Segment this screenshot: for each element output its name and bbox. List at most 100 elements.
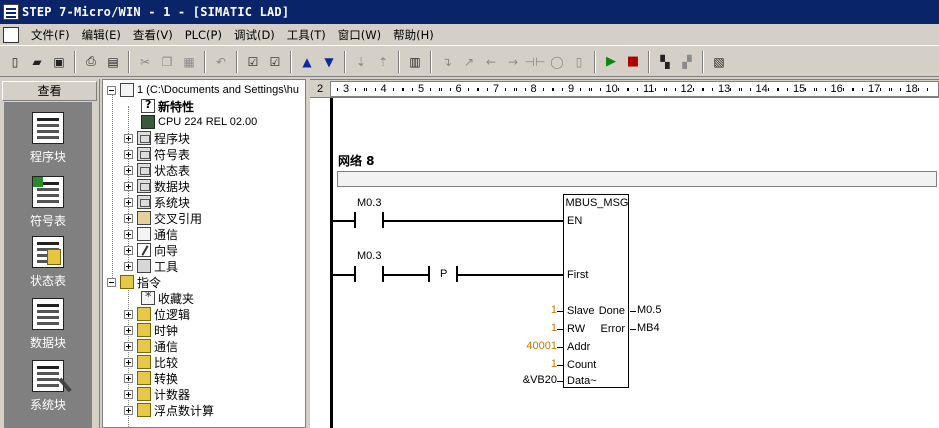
trend-view-icon[interactable]: ▧	[709, 52, 729, 72]
tree-item[interactable]: 计数器	[124, 386, 190, 402]
expand-icon[interactable]	[124, 165, 133, 175]
nav-data-block[interactable]: 数据块	[4, 298, 92, 351]
save-icon[interactable]: ▣	[49, 52, 69, 72]
contact[interactable]	[354, 266, 356, 282]
collapse-icon[interactable]	[107, 277, 116, 287]
upload-icon[interactable]: ▲	[297, 52, 317, 72]
p-box[interactable]	[428, 266, 430, 282]
tree-item[interactable]: 比较	[124, 354, 178, 370]
operand-count[interactable]: 1	[497, 358, 557, 370]
tree-item[interactable]: 新特性	[141, 98, 194, 114]
line-up-icon[interactable]: ↗	[459, 52, 479, 72]
tree-item[interactable]: 工具	[124, 258, 178, 274]
expand-icon[interactable]	[124, 389, 133, 399]
tree-item[interactable]: 系统块	[124, 194, 190, 210]
nav-program-block[interactable]: 程序块	[4, 112, 92, 165]
mbus-msg-block[interactable]: MBUS_MSG EN First Slave RW Addr Count Da…	[563, 194, 629, 388]
contact-icon[interactable]: ⊣⊢	[525, 52, 546, 72]
print-icon[interactable]: ⎙	[81, 52, 101, 72]
expand-icon[interactable]	[124, 197, 133, 207]
cut-icon[interactable]: ✂	[135, 52, 155, 72]
document-icon[interactable]	[3, 26, 19, 43]
expand-icon[interactable]	[124, 373, 133, 383]
expand-icon[interactable]	[124, 405, 133, 415]
expand-icon[interactable]	[124, 341, 133, 351]
chart-status-icon[interactable]: ▞	[677, 52, 697, 72]
options-icon[interactable]: ▥	[405, 52, 425, 72]
sort-asc-icon[interactable]: ⇣	[351, 52, 371, 72]
expand-icon[interactable]	[124, 261, 133, 271]
undo-icon[interactable]: ↶	[211, 52, 231, 72]
run-icon[interactable]: ▶	[601, 52, 621, 72]
compile-all-icon[interactable]: ☑	[265, 52, 285, 72]
expand-icon[interactable]	[124, 229, 133, 239]
expand-icon[interactable]	[124, 181, 133, 191]
tree-item[interactable]: 程序块	[124, 130, 190, 146]
tree-item[interactable]: 收藏夹	[141, 290, 194, 306]
stop-icon[interactable]: ■	[623, 52, 643, 72]
nav-system-block[interactable]: 系统块	[4, 360, 92, 413]
paste-icon[interactable]: ▦	[179, 52, 199, 72]
expand-icon[interactable]	[124, 133, 133, 143]
lad-editor[interactable]: 2 3 4 5 6 7 8 9 10 11 12 13 14 15 16 17 18 网络 8 M0.3 M0…	[310, 79, 939, 428]
arrow-left-icon[interactable]: ←	[481, 52, 501, 72]
tree-root[interactable]: 1 (C:\Documents and Settings\hu	[107, 82, 299, 98]
ruler-dot	[487, 88, 488, 91]
menu-help[interactable]: 帮助(H)	[387, 27, 440, 43]
tree-item[interactable]: 浮点数计算	[124, 402, 214, 418]
menu-edit[interactable]: 编辑(E)	[76, 27, 127, 43]
nav-header[interactable]: 查看	[2, 81, 97, 101]
ladder-area[interactable]: 网络 8 M0.3 M0.3 P MBUS_MSG EN First Slave…	[310, 98, 939, 428]
tree-item[interactable]: 符号表	[124, 146, 190, 162]
operand-done[interactable]: M0.5	[637, 304, 661, 316]
tree-item[interactable]: CPU 224 REL 02.00	[141, 114, 257, 130]
operand-slave[interactable]: 1	[497, 304, 557, 316]
nav-symbol-table[interactable]: 符号表	[4, 176, 92, 229]
operand-rw[interactable]: 1	[497, 322, 557, 334]
sort-desc-icon[interactable]: ⇡	[373, 52, 393, 72]
tree-item[interactable]: 位逻辑	[124, 306, 190, 322]
tree-item[interactable]: 通信	[124, 226, 178, 242]
tree-item[interactable]: 状态表	[124, 162, 190, 178]
copy-icon[interactable]: ❐	[157, 52, 177, 72]
operand-data[interactable]: &VB20	[497, 374, 557, 386]
menu-plc[interactable]: PLC(P)	[179, 28, 228, 42]
collapse-icon[interactable]	[107, 85, 116, 95]
open-icon[interactable]: ▰	[27, 52, 47, 72]
contact[interactable]	[354, 212, 356, 228]
tree-instructions[interactable]: 指令	[107, 274, 161, 290]
menu-view[interactable]: 查看(V)	[127, 27, 179, 43]
tree-item[interactable]: 通信	[124, 338, 178, 354]
tree-item[interactable]: 交叉引用	[124, 210, 202, 226]
operand-addr[interactable]: 40001	[497, 340, 557, 352]
expand-icon[interactable]	[124, 357, 133, 367]
new-icon[interactable]: ▯	[5, 52, 25, 72]
expand-icon[interactable]	[124, 325, 133, 335]
menu-window[interactable]: 窗口(W)	[332, 27, 387, 43]
tree-item[interactable]: 数据块	[124, 178, 190, 194]
ruler-dot	[842, 88, 844, 91]
coil-icon[interactable]: ◯	[547, 52, 567, 72]
toolbar-separator	[398, 50, 400, 73]
arrow-right-icon[interactable]: →	[503, 52, 523, 72]
nav-status-chart[interactable]: 状态表	[4, 236, 92, 289]
network-comment[interactable]	[337, 171, 937, 187]
box-icon[interactable]: ▯	[569, 52, 589, 72]
tree-item[interactable]: 时钟	[124, 322, 178, 338]
tree-item[interactable]: 转换	[124, 370, 178, 386]
menu-debug[interactable]: 调试(D)	[228, 27, 281, 43]
operand-error[interactable]: MB4	[637, 322, 660, 334]
menu-file[interactable]: 文件(F)	[25, 27, 76, 43]
print-preview-icon[interactable]: ▤	[103, 52, 123, 72]
insert-network-icon[interactable]: ↴	[437, 52, 457, 72]
toolbar-separator	[430, 50, 432, 73]
tree-item[interactable]: 向导	[124, 242, 178, 258]
compile-icon[interactable]: ☑	[243, 52, 263, 72]
expand-icon[interactable]	[124, 149, 133, 159]
expand-icon[interactable]	[124, 245, 133, 255]
expand-icon[interactable]	[124, 309, 133, 319]
expand-icon[interactable]	[124, 213, 133, 223]
menu-tools[interactable]: 工具(T)	[281, 27, 332, 43]
program-status-icon[interactable]: ▚	[655, 52, 675, 72]
download-icon[interactable]: ▼	[319, 52, 339, 72]
